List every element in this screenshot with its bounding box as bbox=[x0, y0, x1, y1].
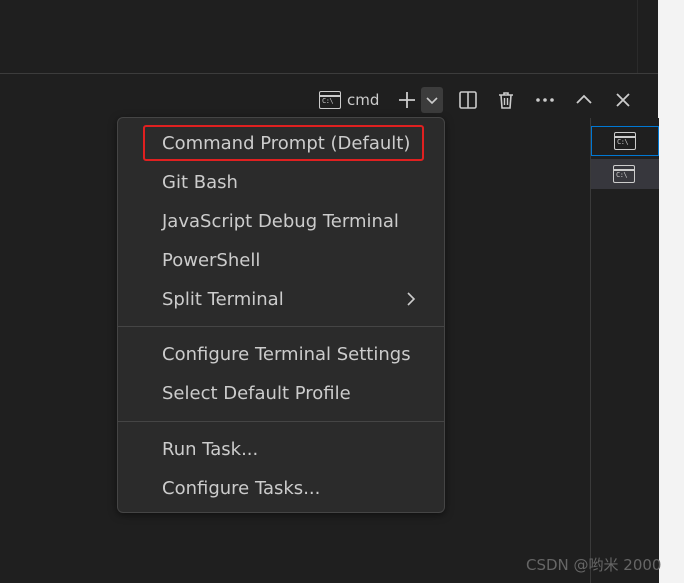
plus-icon bbox=[399, 92, 415, 108]
editor-divider bbox=[637, 0, 638, 74]
terminal-list: C:\ C:\ bbox=[590, 118, 659, 583]
menu-item-command-prompt[interactable]: Command Prompt (Default) bbox=[118, 125, 444, 161]
menu-item-split-terminal[interactable]: Split Terminal bbox=[118, 281, 444, 317]
chevron-right-icon bbox=[407, 292, 416, 306]
menu-item-label: Split Terminal bbox=[162, 288, 284, 310]
menu-item-javascript-debug-terminal[interactable]: JavaScript Debug Terminal bbox=[118, 203, 444, 239]
cmd-terminal-icon: C:\ bbox=[613, 165, 635, 183]
launch-profile-menu: Command Prompt (Default) Git Bash JavaSc… bbox=[117, 117, 445, 513]
menu-separator bbox=[118, 421, 444, 422]
cmd-terminal-icon: C:\ bbox=[319, 91, 341, 109]
editor-area bbox=[0, 0, 658, 74]
more-actions-button[interactable] bbox=[532, 86, 558, 114]
ellipsis-icon bbox=[536, 98, 554, 102]
launch-profile-button[interactable] bbox=[421, 87, 443, 113]
close-panel-button[interactable] bbox=[610, 86, 636, 114]
menu-item-select-default-profile[interactable]: Select Default Profile bbox=[118, 375, 444, 411]
menu-item-configure-tasks[interactable]: Configure Tasks... bbox=[118, 470, 444, 506]
cmd-terminal-icon: C:\ bbox=[614, 132, 636, 150]
terminal-tab-label: cmd bbox=[347, 91, 380, 109]
terminal-tab-cmd[interactable]: C:\ cmd bbox=[319, 88, 379, 112]
menu-item-run-task[interactable]: Run Task... bbox=[118, 431, 444, 467]
chevron-up-icon bbox=[576, 94, 592, 104]
new-terminal-button[interactable] bbox=[394, 86, 420, 114]
watermark: CSDN @哟米 2000 bbox=[526, 556, 662, 574]
chevron-down-icon bbox=[426, 97, 438, 105]
maximize-panel-button[interactable] bbox=[571, 86, 597, 114]
terminal-list-item[interactable]: C:\ bbox=[591, 126, 659, 156]
menu-item-git-bash[interactable]: Git Bash bbox=[118, 164, 444, 200]
split-icon bbox=[459, 91, 477, 109]
trash-icon bbox=[499, 92, 513, 109]
menu-item-configure-terminal-settings[interactable]: Configure Terminal Settings bbox=[118, 336, 444, 372]
kill-terminal-button[interactable] bbox=[493, 86, 519, 114]
terminal-list-item[interactable]: C:\ bbox=[591, 159, 659, 189]
split-terminal-button[interactable] bbox=[455, 86, 481, 114]
right-background-strip bbox=[658, 0, 684, 583]
panel-top-border bbox=[0, 73, 658, 74]
menu-separator bbox=[118, 326, 444, 327]
close-icon bbox=[616, 93, 630, 107]
menu-item-powershell[interactable]: PowerShell bbox=[118, 242, 444, 278]
